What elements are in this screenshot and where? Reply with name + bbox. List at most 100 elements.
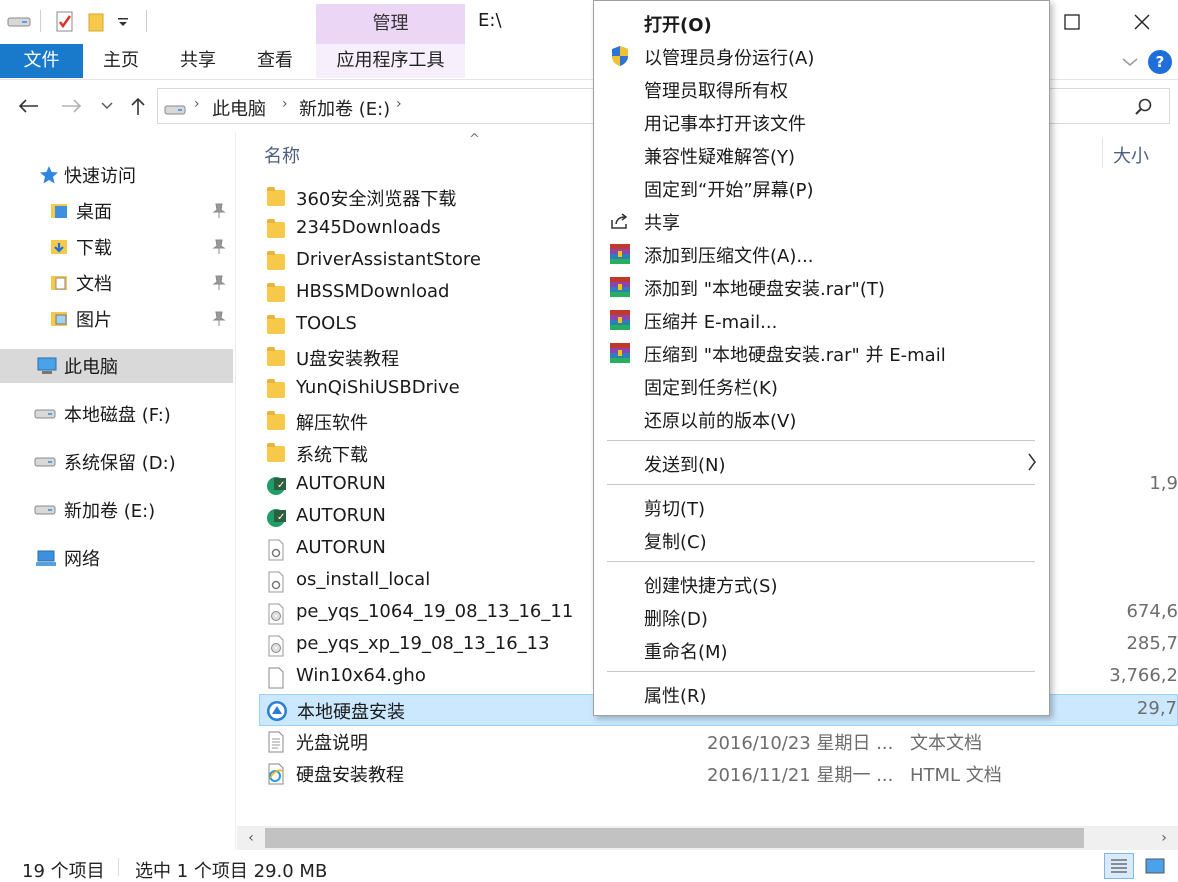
search-icon[interactable]: [1134, 97, 1154, 122]
drive-icon[interactable]: [6, 10, 32, 34]
sidebar-item-label: 下载: [76, 238, 112, 259]
pin-icon[interactable]: [212, 203, 226, 219]
context-menu-item[interactable]: 以管理员身份运行(A): [595, 39, 1049, 72]
context-menu-item[interactable]: 重命名(M): [595, 633, 1049, 666]
downloads-folder-icon: [48, 237, 70, 257]
manage-context-header[interactable]: 管理: [316, 4, 465, 44]
sidebar-item-drive-d[interactable]: 系统保留 (D:): [0, 445, 233, 479]
column-header-name[interactable]: 名称: [264, 142, 300, 168]
sidebar-item-downloads[interactable]: 下载: [0, 230, 233, 264]
column-divider[interactable]: [1102, 138, 1103, 168]
settings-file-icon: [265, 539, 287, 561]
context-menu-item[interactable]: 用记事本打开该文件: [595, 105, 1049, 138]
context-menu-item[interactable]: 复制(C): [595, 523, 1049, 556]
expand-ribbon-icon[interactable]: [1118, 50, 1142, 74]
file-type: 文本文档: [910, 733, 982, 754]
context-menu-item-label: 打开(O): [644, 15, 712, 36]
tab-view[interactable]: 查看: [249, 44, 301, 78]
context-menu-item[interactable]: 发送到(N): [595, 446, 1049, 479]
context-menu-item[interactable]: 添加到压缩文件(A)...: [595, 237, 1049, 270]
up-button[interactable]: [126, 92, 150, 120]
context-menu-item[interactable]: 还原以前的版本(V): [595, 402, 1049, 435]
search-box[interactable]: [1048, 88, 1170, 124]
pin-icon[interactable]: [212, 275, 226, 291]
network-icon: [35, 548, 57, 568]
context-menu-item[interactable]: 共享: [595, 204, 1049, 237]
scrollbar-thumb[interactable]: [265, 828, 1084, 848]
context-menu-item[interactable]: 打开(O): [595, 6, 1049, 39]
customize-toolbar-icon[interactable]: [114, 10, 132, 34]
forward-button[interactable]: [58, 92, 86, 120]
context-menu-item[interactable]: 删除(D): [595, 600, 1049, 633]
scroll-left-icon[interactable]: ‹: [241, 828, 261, 848]
sidebar-item-drive-f[interactable]: 本地磁盘 (F:): [0, 397, 233, 431]
sidebar-item-label: 桌面: [76, 202, 112, 223]
back-button[interactable]: [14, 92, 42, 120]
file-name: TOOLS: [296, 313, 357, 334]
file-name: DriverAssistantStore: [296, 249, 481, 270]
context-menu-item[interactable]: 固定到“开始”屏幕(P): [595, 171, 1049, 204]
help-icon[interactable]: ?: [1148, 50, 1172, 74]
horizontal-scrollbar[interactable]: ‹ ›: [237, 826, 1178, 850]
tab-share[interactable]: 共享: [172, 44, 224, 78]
pin-icon[interactable]: [212, 239, 226, 255]
context-menu-item-label: 以管理员身份运行(A): [644, 48, 815, 69]
context-menu-item[interactable]: 创建快捷方式(S): [595, 567, 1049, 600]
sidebar-item-drive-e[interactable]: 新加卷 (E:): [0, 493, 233, 527]
menu-separator: [607, 561, 1035, 562]
sidebar-item-quick-access[interactable]: 快速访问: [0, 158, 233, 192]
new-folder-icon[interactable]: [86, 10, 106, 34]
window-title: E:\: [478, 10, 502, 31]
sidebar-item-label: 系统保留 (D:): [64, 453, 176, 474]
properties-icon[interactable]: [54, 10, 76, 34]
disc-image-icon: [265, 603, 287, 625]
large-icons-view-button[interactable]: [1140, 853, 1170, 879]
text-file-icon: [265, 731, 287, 753]
file-name: 系统下载: [296, 445, 368, 466]
breadcrumb-this-pc[interactable]: 此电脑: [212, 95, 266, 121]
file-name: pe_yqs_xp_19_08_13_16_13: [296, 633, 550, 654]
pin-icon[interactable]: [212, 311, 226, 327]
context-menu-item[interactable]: 压缩到 "本地硬盘安装.rar" 并 E-mail: [595, 336, 1049, 369]
tab-home[interactable]: 主页: [96, 44, 146, 78]
item-count: 19 个项目: [22, 861, 105, 882]
sidebar-item-documents[interactable]: 文档: [0, 266, 233, 300]
sidebar-item-pictures[interactable]: 图片: [0, 302, 233, 336]
navigation-pane: 快速访问 桌面 下载 文档 图片 此电脑 本地磁盘 (F:) 系统保留 (D:)…: [0, 132, 236, 850]
scroll-right-icon[interactable]: ›: [1154, 828, 1174, 848]
context-menu-item-label: 用记事本打开该文件: [644, 114, 806, 135]
breadcrumb-new-volume[interactable]: 新加卷 (E:): [299, 95, 390, 121]
context-menu-item-label: 固定到“开始”屏幕(P): [644, 180, 814, 201]
file-name: Win10x64.gho: [296, 665, 426, 686]
context-menu-item[interactable]: 兼容性疑难解答(Y): [595, 138, 1049, 171]
sidebar-item-label: 新加卷 (E:): [64, 501, 156, 522]
context-menu-item[interactable]: 属性(R): [595, 677, 1049, 710]
context-menu-item-label: 固定到任务栏(K): [644, 378, 778, 399]
tab-file[interactable]: 文件: [0, 44, 83, 78]
context-menu-item-label: 兼容性疑难解答(Y): [644, 147, 796, 168]
sidebar-item-this-pc[interactable]: 此电脑: [0, 349, 233, 383]
context-menu-item[interactable]: 固定到任务栏(K): [595, 369, 1049, 402]
context-menu-item-label: 创建快捷方式(S): [644, 576, 778, 597]
installer-app-icon: [266, 700, 288, 722]
maximize-button[interactable]: [1042, 0, 1102, 44]
uac-shield-icon: [609, 45, 631, 67]
context-menu-item[interactable]: 压缩并 E-mail...: [595, 303, 1049, 336]
details-view-button[interactable]: [1104, 853, 1134, 879]
tab-application-tools[interactable]: 应用程序工具: [316, 44, 465, 78]
column-header-size[interactable]: 大小: [1113, 142, 1149, 168]
close-button[interactable]: [1112, 0, 1172, 44]
sidebar-item-network[interactable]: 网络: [0, 541, 233, 575]
recent-locations-icon[interactable]: [98, 92, 116, 120]
context-menu-item[interactable]: 剪切(T): [595, 490, 1049, 523]
context-menu-item-label: 发送到(N): [644, 455, 726, 476]
context-menu-item[interactable]: 添加到 "本地硬盘安装.rar"(T): [595, 270, 1049, 303]
file-row[interactable]: 硬盘安装教程 2016/11/21 星期一 ... HTML 文档: [259, 758, 1178, 790]
folder-icon: [265, 315, 287, 337]
context-menu-item[interactable]: 管理员取得所有权: [595, 72, 1049, 105]
file-size: 1,9: [1149, 473, 1178, 494]
sidebar-item-desktop[interactable]: 桌面: [0, 194, 233, 228]
file-row[interactable]: 光盘说明 2016/10/23 星期日 ... 文本文档: [259, 726, 1178, 758]
autorun-app-icon: ✓: [265, 507, 287, 529]
address-bar[interactable]: › 此电脑 › 新加卷 (E:) ›: [157, 88, 594, 124]
